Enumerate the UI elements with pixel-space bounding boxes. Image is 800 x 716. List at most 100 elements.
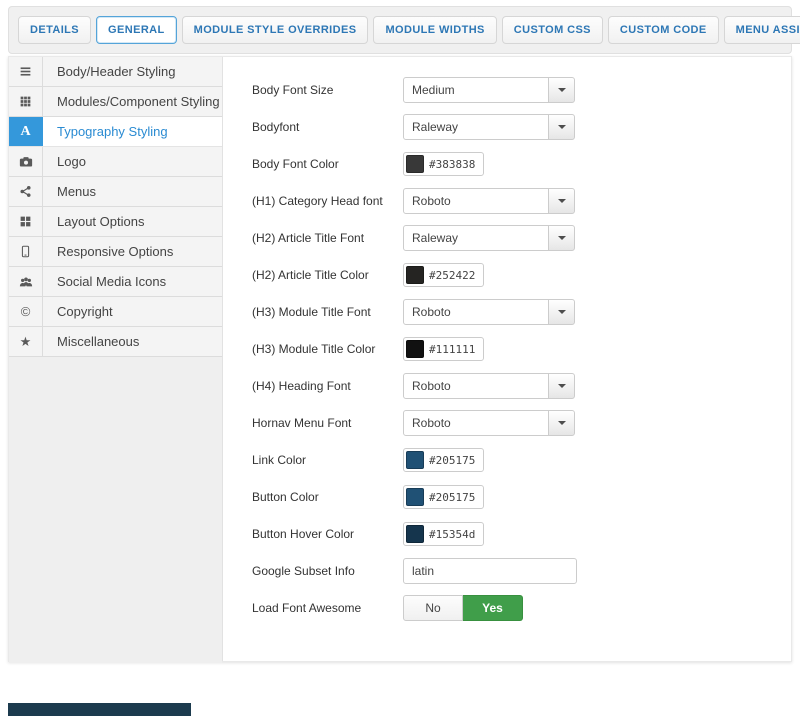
select-dropdown-button[interactable] xyxy=(548,225,575,251)
field-label: Button Hover Color xyxy=(252,527,403,541)
select-dropdown-button[interactable] xyxy=(548,114,575,140)
field-label: (H4) Heading Font xyxy=(252,379,403,393)
form-row: (H2) Article Title Color #252422 xyxy=(252,262,791,288)
link-color-input[interactable]: #205175 xyxy=(403,448,484,472)
select-dropdown-button[interactable] xyxy=(548,188,575,214)
body-font-size-select[interactable]: Medium xyxy=(403,77,575,103)
star-icon: ★ xyxy=(9,327,43,356)
tab-menu-assignment[interactable]: Menu Assignment xyxy=(724,16,800,44)
tab-custom-code[interactable]: Custom Code xyxy=(608,16,719,44)
sidebar-item-label: Typography Styling xyxy=(43,117,222,146)
form-row: Load Font Awesome No Yes xyxy=(252,595,791,621)
select-value[interactable]: Medium xyxy=(403,77,549,103)
sidebar-item-modules-component-styling[interactable]: Modules/Component Styling xyxy=(9,87,222,117)
h4-heading-font-select[interactable]: Roboto xyxy=(403,373,575,399)
form-row: (H3) Module Title Color #111111 xyxy=(252,336,791,362)
sidebar-filler xyxy=(9,357,222,663)
select-dropdown-button[interactable] xyxy=(548,299,575,325)
field-label: Body Font Size xyxy=(252,83,403,97)
color-swatch xyxy=(406,266,424,284)
select-value[interactable]: Roboto xyxy=(403,373,549,399)
settings-sidebar: Body/Header Styling Modules/Component St… xyxy=(9,57,223,661)
form-row: Google Subset Info xyxy=(252,558,791,584)
h2-article-title-color-input[interactable]: #252422 xyxy=(403,263,484,287)
sidebar-item-layout-options[interactable]: Layout Options xyxy=(9,207,222,237)
field-label: (H2) Article Title Font xyxy=(252,231,403,245)
form-row: (H2) Article Title Font Raleway xyxy=(252,225,791,251)
select-value[interactable]: Raleway xyxy=(403,225,549,251)
select-dropdown-button[interactable] xyxy=(548,77,575,103)
h1-category-head-font-select[interactable]: Roboto xyxy=(403,188,575,214)
chevron-down-icon xyxy=(558,125,566,129)
color-hex-value: #205175 xyxy=(429,454,475,467)
chevron-down-icon xyxy=(558,384,566,388)
sidebar-item-miscellaneous[interactable]: ★ Miscellaneous xyxy=(9,327,222,357)
color-hex-value: #383838 xyxy=(429,158,475,171)
google-subset-info-input[interactable] xyxy=(403,558,577,584)
color-swatch xyxy=(406,155,424,173)
sidebar-item-label: Body/Header Styling xyxy=(43,57,222,86)
color-hex-value: #111111 xyxy=(429,343,475,356)
tab-custom-css[interactable]: Custom CSS xyxy=(502,16,603,44)
template-options-tabbar: Details General Module Style Overrides M… xyxy=(8,6,792,54)
sidebar-item-body-header-styling[interactable]: Body/Header Styling xyxy=(9,57,222,87)
sidebar-item-typography-styling[interactable]: A Typography Styling xyxy=(9,117,222,147)
tab-general[interactable]: General xyxy=(96,16,177,44)
h3-module-title-font-select[interactable]: Roboto xyxy=(403,299,575,325)
body-font-color-input[interactable]: #383838 xyxy=(403,152,484,176)
sidebar-item-social-media-icons[interactable]: Social Media Icons xyxy=(9,267,222,297)
toggle-yes-button[interactable]: Yes xyxy=(463,595,523,621)
tab-module-widths[interactable]: Module Widths xyxy=(373,16,496,44)
field-label: Load Font Awesome xyxy=(252,601,403,615)
color-swatch xyxy=(406,340,424,358)
sidebar-item-copyright[interactable]: © Copyright xyxy=(9,297,222,327)
color-hex-value: #15354d xyxy=(429,528,475,541)
form-row: Link Color #205175 xyxy=(252,447,791,473)
general-settings-panel: Body/Header Styling Modules/Component St… xyxy=(8,56,792,662)
chevron-down-icon xyxy=(558,199,566,203)
sidebar-item-label: Menus xyxy=(43,177,222,206)
form-row: Body Font Color #383838 xyxy=(252,151,791,177)
h3-module-title-color-input[interactable]: #111111 xyxy=(403,337,484,361)
select-value[interactable]: Roboto xyxy=(403,410,549,436)
body-font-select[interactable]: Raleway xyxy=(403,114,575,140)
h2-article-title-font-select[interactable]: Raleway xyxy=(403,225,575,251)
sidebar-item-label: Logo xyxy=(43,147,222,176)
typography-settings-form: Body Font Size Medium Bodyfont Raleway B… xyxy=(223,57,791,661)
sidebar-item-responsive-options[interactable]: Responsive Options xyxy=(9,237,222,267)
tab-module-style-overrides[interactable]: Module Style Overrides xyxy=(182,16,369,44)
chevron-down-icon xyxy=(558,236,566,240)
chevron-down-icon xyxy=(558,310,566,314)
color-swatch xyxy=(406,488,424,506)
select-dropdown-button[interactable] xyxy=(548,410,575,436)
field-label: (H1) Category Head font xyxy=(252,194,403,208)
mobile-icon xyxy=(9,237,43,266)
color-swatch xyxy=(406,451,424,469)
users-icon xyxy=(9,267,43,296)
color-hex-value: #205175 xyxy=(429,491,475,504)
select-value[interactable]: Roboto xyxy=(403,188,549,214)
sidebar-item-label: Responsive Options xyxy=(43,237,222,266)
select-dropdown-button[interactable] xyxy=(548,373,575,399)
hornav-menu-font-select[interactable]: Roboto xyxy=(403,410,575,436)
field-label: Bodyfont xyxy=(252,120,403,134)
tab-details[interactable]: Details xyxy=(18,16,91,44)
sidebar-item-label: Modules/Component Styling xyxy=(43,87,222,116)
select-value[interactable]: Raleway xyxy=(403,114,549,140)
toggle-no-button[interactable]: No xyxy=(403,595,463,621)
color-hex-value: #252422 xyxy=(429,269,475,282)
letter-a-icon: A xyxy=(9,117,43,146)
sidebar-item-logo[interactable]: Logo xyxy=(9,147,222,177)
field-label: Body Font Color xyxy=(252,157,403,171)
form-row: (H3) Module Title Font Roboto xyxy=(252,299,791,325)
button-color-input[interactable]: #205175 xyxy=(403,485,484,509)
share-icon xyxy=(9,177,43,206)
sidebar-item-menus[interactable]: Menus xyxy=(9,177,222,207)
load-font-awesome-toggle: No Yes xyxy=(403,595,523,621)
hamburger-icon xyxy=(9,57,43,86)
sidebar-item-label: Social Media Icons xyxy=(43,267,222,296)
field-label: Button Color xyxy=(252,490,403,504)
select-value[interactable]: Roboto xyxy=(403,299,549,325)
button-hover-color-input[interactable]: #15354d xyxy=(403,522,484,546)
copyright-icon: © xyxy=(9,297,43,326)
